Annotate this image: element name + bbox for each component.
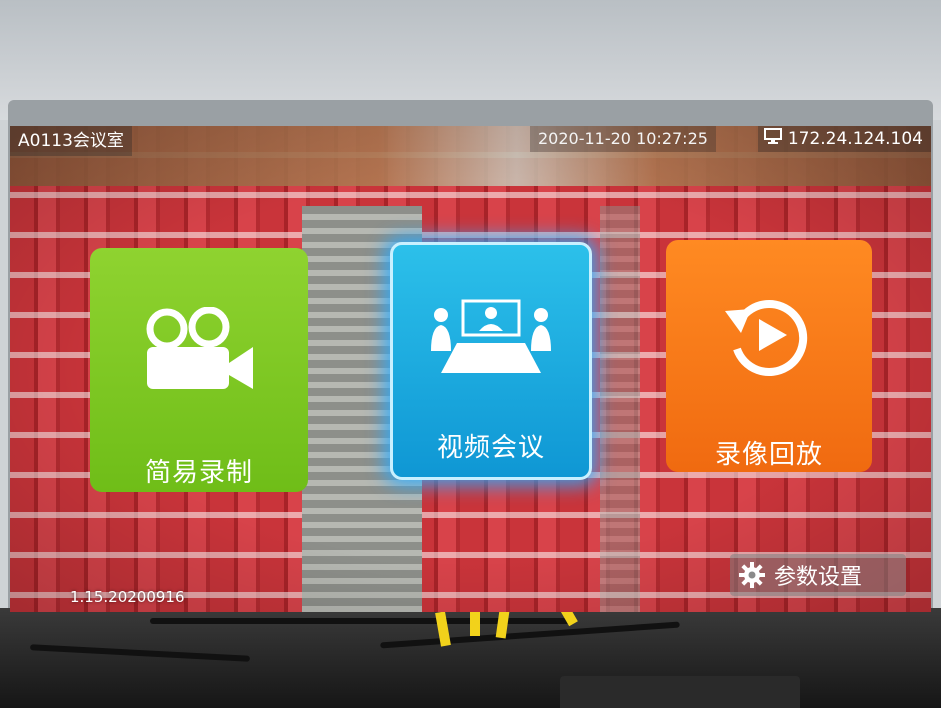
- room-name: A0113会议室: [10, 126, 132, 156]
- network-status: 172.24.124.104: [757, 126, 931, 152]
- video-conference-button[interactable]: 视频会议: [390, 242, 592, 480]
- settings-button[interactable]: 参数设置: [730, 554, 906, 596]
- tile-label: 视频会议: [436, 433, 545, 463]
- current-datetime: 2020-11-20 10:27:25: [530, 126, 716, 152]
- hardware-device: [560, 676, 800, 708]
- display-screen: A0113会议室 2020-11-20 10:27:25 172.24.124.…: [10, 126, 931, 612]
- settings-label: 参数设置: [774, 565, 863, 590]
- simple-record-button[interactable]: 简易录制: [90, 248, 308, 492]
- monitor-icon: [763, 126, 782, 152]
- video-camera-icon: [139, 300, 259, 400]
- video-playback-button[interactable]: 录像回放: [666, 240, 872, 472]
- replay-icon: [721, 286, 817, 386]
- gear-icon: [730, 562, 774, 588]
- tile-label: 录像回放: [714, 440, 823, 470]
- ip-address: 172.24.124.104: [787, 129, 923, 149]
- video-conference-icon: [431, 289, 551, 389]
- version-number: 1.15.20200916: [70, 588, 185, 606]
- tile-label: 简易录制: [144, 458, 253, 488]
